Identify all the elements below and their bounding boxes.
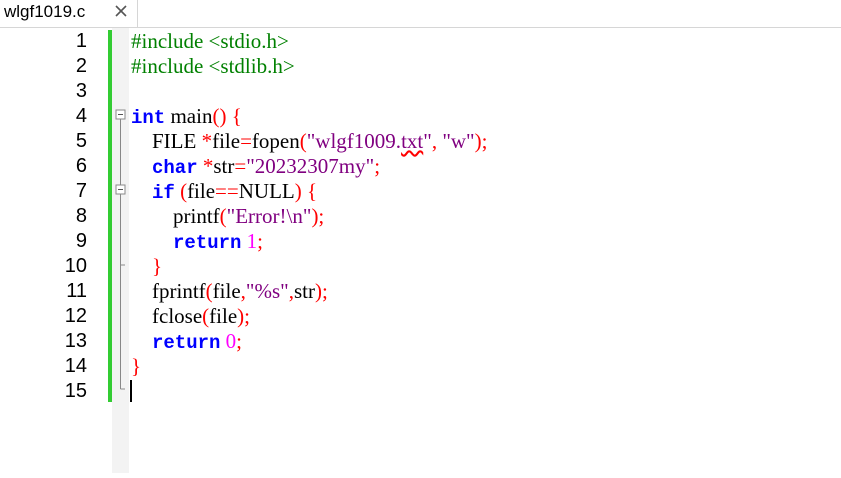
tab-label: wlgf1019.c xyxy=(4,2,86,21)
code-token: ; xyxy=(257,229,264,253)
code-token: "20232307my" xyxy=(246,154,375,178)
code-line[interactable]: return 1; xyxy=(131,229,263,254)
code-token: * xyxy=(202,154,214,178)
code-token: " xyxy=(423,129,432,153)
code-token: printf xyxy=(131,204,220,228)
tab-bar: wlgf1019.c xyxy=(0,0,841,28)
text-cursor xyxy=(130,380,132,402)
line-number: 1 xyxy=(75,30,87,52)
code-token: } xyxy=(131,254,163,278)
code-token: str xyxy=(293,279,315,303)
code-token: fprintf xyxy=(131,279,206,303)
line-number: 2 xyxy=(75,55,87,77)
code-token: if xyxy=(152,182,175,204)
code-token: file xyxy=(187,179,216,203)
close-icon[interactable] xyxy=(112,2,130,20)
code-token: file xyxy=(212,129,241,153)
code-token: file xyxy=(209,304,238,328)
code-line[interactable]: if (file==NULL) { xyxy=(131,179,317,204)
code-token: 1 xyxy=(246,229,258,253)
code-line[interactable]: } xyxy=(131,354,141,379)
code-token: return xyxy=(152,332,221,354)
code-token: "Error!\n" xyxy=(226,204,312,228)
code-line[interactable]: int main() { xyxy=(131,104,242,129)
code-token: ); xyxy=(474,129,488,153)
code-token: ( xyxy=(205,279,213,303)
code-token: { xyxy=(301,179,318,203)
code-token: str xyxy=(213,154,235,178)
code-token: int xyxy=(131,107,166,129)
code-token: "%s" xyxy=(245,279,289,303)
line-number: 7 xyxy=(75,180,87,202)
code-line[interactable]: #include <stdlib.h> xyxy=(131,54,295,79)
code-token: ; xyxy=(236,329,243,353)
line-number: 14 xyxy=(64,355,87,377)
line-number: 13 xyxy=(64,330,87,352)
code-token: () xyxy=(212,104,227,128)
line-number: 12 xyxy=(64,305,87,327)
fold-collapse-icon[interactable] xyxy=(115,109,126,120)
code-token: ); xyxy=(237,304,250,328)
code-token: ( xyxy=(299,129,307,153)
line-number: 6 xyxy=(75,155,87,177)
code-token: txt xyxy=(401,129,424,153)
code-token: ); xyxy=(311,204,325,228)
code-line[interactable]: fclose(file); xyxy=(131,304,250,329)
fold-collapse-icon[interactable] xyxy=(115,184,126,195)
code-token: main xyxy=(165,104,213,128)
code-token: ( xyxy=(180,179,188,203)
code-line[interactable]: fprintf(file,"%s",str); xyxy=(131,279,328,304)
code-token: char xyxy=(152,157,198,179)
fold-margin xyxy=(112,28,129,473)
code-token: FILE xyxy=(131,129,202,153)
line-number: 3 xyxy=(75,80,87,102)
line-number: 11 xyxy=(66,280,87,302)
code-token: fopen xyxy=(251,129,300,153)
code-token: * xyxy=(201,129,213,153)
code-token: 0 xyxy=(225,329,237,353)
line-number: 5 xyxy=(75,130,87,152)
code-line[interactable]: } xyxy=(131,254,162,279)
line-number: 15 xyxy=(64,380,87,402)
line-number: 8 xyxy=(75,205,87,227)
line-number: 4 xyxy=(75,105,87,127)
code-token: file xyxy=(212,279,241,303)
code-token: ; xyxy=(374,154,381,178)
code-token: } xyxy=(131,354,142,378)
line-number: 9 xyxy=(75,230,87,252)
code-token: ); xyxy=(314,279,328,303)
code-token: == xyxy=(215,179,239,203)
code-line[interactable]: char *str="20232307my"; xyxy=(131,154,380,179)
code-line[interactable]: #include <stdio.h> xyxy=(131,29,289,54)
code-token: , xyxy=(431,129,443,153)
tab-wlgf1019[interactable]: wlgf1019.c xyxy=(0,0,138,27)
code-line[interactable]: printf("Error!\n"); xyxy=(131,204,324,229)
code-token: fclose xyxy=(131,304,203,328)
code-token: { xyxy=(226,104,242,128)
line-number: 10 xyxy=(64,255,87,277)
code-token: "wlgf1009. xyxy=(306,129,402,153)
code-token: "w" xyxy=(442,129,475,153)
code-token: = xyxy=(234,154,247,178)
code-token: #include <stdio.h> xyxy=(131,29,289,53)
code-line[interactable]: FILE *file=fopen("wlgf1009.txt", "w"); xyxy=(131,129,487,154)
fold-markers xyxy=(115,109,126,390)
code-token: ( xyxy=(219,204,227,228)
code-token: return xyxy=(173,232,242,254)
code-token: NULL xyxy=(238,179,295,203)
code-token: #include <stdlib.h> xyxy=(131,54,295,78)
code-token: = xyxy=(240,129,252,153)
code-token: ) xyxy=(294,179,302,203)
code-line[interactable]: return 0; xyxy=(131,329,242,354)
line-number-gutter: 1 2 3 4 5 6 7 8 9 10 11 12 13 14 15 xyxy=(0,28,108,473)
